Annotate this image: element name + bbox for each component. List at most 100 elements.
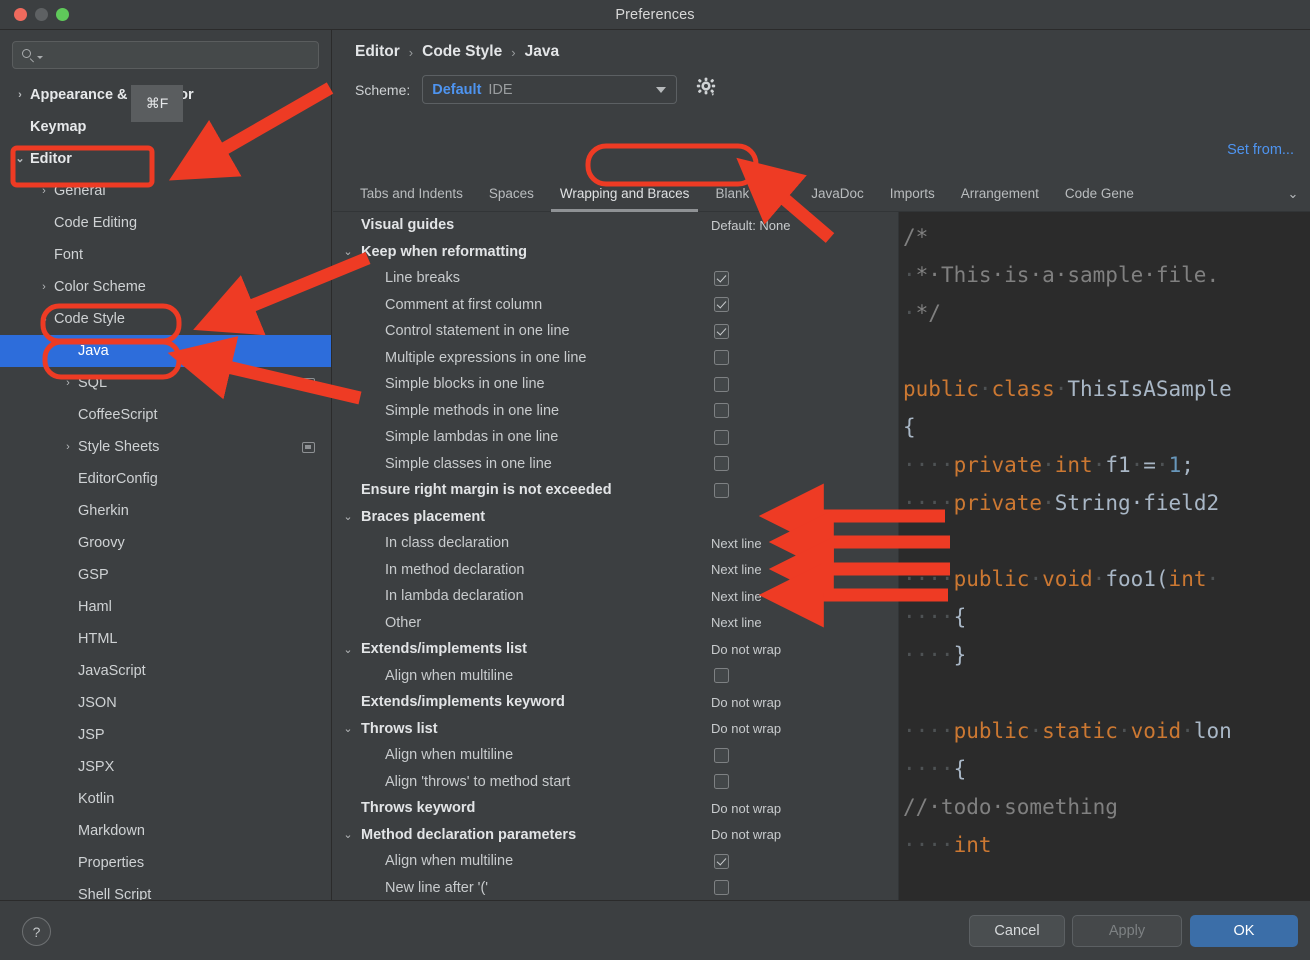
sidebar-item-java[interactable]: Java bbox=[0, 335, 331, 367]
search-input[interactable] bbox=[43, 48, 310, 62]
tab-arrangement[interactable]: Arrangement bbox=[948, 176, 1052, 212]
sidebar-item-properties[interactable]: Properties bbox=[0, 847, 331, 879]
option-value[interactable]: Default: None bbox=[711, 218, 791, 233]
option-row[interactable]: ⌄ Extends/implements list Do not wrap bbox=[333, 636, 897, 663]
option-row[interactable]: ⌄ Method declaration parameters Do not wra… bbox=[333, 822, 897, 849]
option-row[interactable]: ⌄ Throws list Do not wrap bbox=[333, 716, 897, 743]
option-row[interactable]: Multiple expressions in one line bbox=[333, 345, 897, 372]
option-row[interactable]: In lambda declaration Next line bbox=[333, 583, 897, 610]
chevron-down-icon[interactable]: ⌄ bbox=[12, 153, 28, 165]
sidebar-item-gsp[interactable]: GSP bbox=[0, 559, 331, 591]
sidebar-item-editorconfig[interactable]: EditorConfig bbox=[0, 463, 331, 495]
option-value[interactable]: Do not wrap bbox=[711, 695, 781, 710]
option-checkbox[interactable] bbox=[714, 456, 729, 472]
tab-tabs-and-indents[interactable]: Tabs and Indents bbox=[347, 176, 476, 212]
option-row[interactable]: Comment at first column bbox=[333, 292, 897, 319]
tab-imports[interactable]: Imports bbox=[877, 176, 948, 212]
tab-wrapping-and-braces[interactable]: Wrapping and Braces bbox=[547, 176, 703, 212]
option-checkbox[interactable] bbox=[714, 376, 729, 392]
option-checkbox[interactable] bbox=[714, 774, 729, 790]
option-checkbox[interactable] bbox=[714, 429, 729, 445]
option-row[interactable]: Align when multiline bbox=[333, 663, 897, 690]
option-row[interactable]: Throws keyword Do not wrap bbox=[333, 795, 897, 822]
chevron-down-icon[interactable]: ⌄ bbox=[36, 313, 52, 325]
option-checkbox[interactable] bbox=[714, 297, 729, 313]
option-value[interactable]: Next line bbox=[711, 562, 762, 577]
breadcrumb-item[interactable]: Java bbox=[525, 43, 559, 61]
sidebar-item-javascript[interactable]: JavaScript bbox=[0, 655, 331, 687]
option-row[interactable]: ⌄ Braces placement bbox=[333, 504, 897, 531]
sidebar-item-json[interactable]: JSON bbox=[0, 687, 331, 719]
chevron-down-icon[interactable]: ⌄ bbox=[342, 722, 354, 735]
chevron-right-icon[interactable]: › bbox=[60, 377, 76, 389]
option-row[interactable]: Extends/implements keyword Do not wrap bbox=[333, 689, 897, 716]
sidebar-item-shell-script[interactable]: Shell Script bbox=[0, 879, 331, 900]
option-row[interactable]: New line after '(' bbox=[333, 875, 897, 902]
sidebar-item-haml[interactable]: Haml bbox=[0, 591, 331, 623]
sidebar-item-code-style[interactable]: ⌄ Code Style bbox=[0, 303, 331, 335]
sidebar-item-color-scheme[interactable]: › Color Scheme bbox=[0, 271, 331, 303]
option-row[interactable]: Ensure right margin is not exceeded bbox=[333, 477, 897, 504]
option-value[interactable]: Next line bbox=[711, 615, 762, 630]
option-row[interactable]: In method declaration Next line bbox=[333, 557, 897, 584]
option-value[interactable]: Do not wrap bbox=[711, 827, 781, 842]
scheme-dropdown[interactable]: Default IDE bbox=[422, 75, 678, 104]
option-value[interactable]: Do not wrap bbox=[711, 801, 781, 816]
apply-button[interactable]: Apply bbox=[1072, 915, 1182, 947]
option-checkbox[interactable] bbox=[714, 350, 729, 366]
option-checkbox[interactable] bbox=[714, 403, 729, 419]
option-row[interactable]: In class declaration Next line bbox=[333, 530, 897, 557]
gear-icon[interactable] bbox=[695, 76, 717, 103]
option-checkbox[interactable] bbox=[714, 747, 729, 763]
sidebar-item-font[interactable]: Font bbox=[0, 239, 331, 271]
cancel-button[interactable]: Cancel bbox=[969, 915, 1065, 947]
option-row[interactable]: Other Next line bbox=[333, 610, 897, 637]
tab-javadoc[interactable]: JavaDoc bbox=[798, 176, 877, 212]
option-row[interactable]: Simple classes in one line bbox=[333, 451, 897, 478]
sidebar-item-html[interactable]: HTML bbox=[0, 623, 331, 655]
chevron-down-icon[interactable]: ⌄ bbox=[342, 510, 354, 523]
help-button[interactable]: ? bbox=[22, 917, 51, 946]
option-checkbox[interactable] bbox=[714, 270, 729, 286]
option-row[interactable]: Simple lambdas in one line bbox=[333, 424, 897, 451]
option-row[interactable]: Control statement in one line bbox=[333, 318, 897, 345]
chevron-down-icon[interactable]: ⌄ bbox=[1276, 176, 1310, 212]
chevron-right-icon[interactable]: › bbox=[36, 281, 52, 293]
set-from-link[interactable]: Set from... bbox=[1227, 142, 1294, 158]
tab-code-gene[interactable]: Code Gene bbox=[1052, 176, 1147, 212]
option-checkbox[interactable] bbox=[714, 668, 729, 684]
sidebar-item-coffeescript[interactable]: CoffeeScript bbox=[0, 399, 331, 431]
chevron-right-icon[interactable]: › bbox=[36, 185, 52, 197]
option-value[interactable]: Next line bbox=[711, 536, 762, 551]
sidebar-item-general[interactable]: › General bbox=[0, 175, 331, 207]
tab-spaces[interactable]: Spaces bbox=[476, 176, 547, 212]
sidebar-item-groovy[interactable]: Groovy bbox=[0, 527, 331, 559]
option-checkbox[interactable] bbox=[714, 323, 729, 339]
option-row[interactable]: Simple blocks in one line bbox=[333, 371, 897, 398]
chevron-right-icon[interactable]: › bbox=[12, 89, 28, 101]
ok-button[interactable]: OK bbox=[1190, 915, 1298, 947]
chevron-down-icon[interactable]: ⌄ bbox=[342, 643, 354, 656]
breadcrumb-item[interactable]: Code Style bbox=[422, 43, 502, 61]
chevron-down-icon[interactable]: ⌄ bbox=[342, 245, 354, 258]
option-row[interactable]: Visual guides Default: None bbox=[333, 212, 897, 239]
chevron-right-icon[interactable]: › bbox=[60, 441, 76, 453]
tab-blank-lines[interactable]: Blank Lines bbox=[702, 176, 798, 212]
option-checkbox[interactable] bbox=[714, 482, 729, 498]
option-row[interactable]: Align when multiline bbox=[333, 848, 897, 875]
option-row[interactable]: ⌄ Keep when reformatting bbox=[333, 239, 897, 266]
option-value[interactable]: Do not wrap bbox=[711, 642, 781, 657]
option-row[interactable]: Simple methods in one line bbox=[333, 398, 897, 425]
option-row[interactable]: Align when multiline bbox=[333, 742, 897, 769]
option-checkbox[interactable] bbox=[714, 853, 729, 869]
option-value[interactable]: Do not wrap bbox=[711, 721, 781, 736]
option-row[interactable]: Align 'throws' to method start bbox=[333, 769, 897, 796]
chevron-down-icon[interactable]: ⌄ bbox=[342, 828, 354, 841]
sidebar-item-gherkin[interactable]: Gherkin bbox=[0, 495, 331, 527]
option-checkbox[interactable] bbox=[714, 880, 729, 896]
option-value[interactable]: Next line bbox=[711, 589, 762, 604]
sidebar-item-style-sheets[interactable]: › Style Sheets bbox=[0, 431, 331, 463]
sidebar-item-markdown[interactable]: Markdown bbox=[0, 815, 331, 847]
sidebar-item-editor[interactable]: ⌄ Editor bbox=[0, 143, 331, 175]
sidebar-item-kotlin[interactable]: Kotlin bbox=[0, 783, 331, 815]
